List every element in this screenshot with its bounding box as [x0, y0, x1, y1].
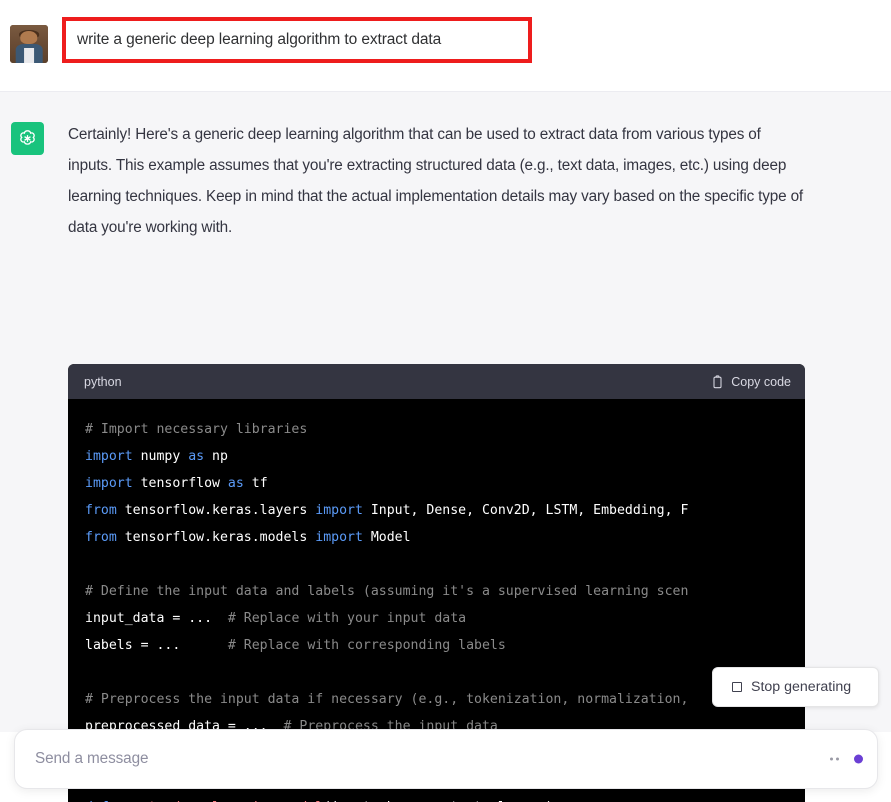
code-token: as: [188, 449, 213, 464]
code-language-label: python: [84, 374, 122, 389]
code-token: # Preprocess the input data if necessary…: [85, 692, 689, 707]
code-line: from tensorflow.keras.layers import Inpu…: [85, 497, 805, 524]
copy-code-button[interactable]: Copy code: [711, 364, 791, 399]
code-token: tf: [251, 476, 268, 491]
code-block-header: python Copy code: [68, 364, 805, 399]
stop-generating-label: Stop generating: [751, 679, 852, 695]
code-line: # Define the input data and labels (assu…: [85, 578, 805, 605]
assistant-content: Certainly! Here's a generic deep learnin…: [68, 119, 878, 243]
user-prompt-highlight-box: write a generic deep learning algorithm …: [62, 17, 532, 63]
code-token: Model: [370, 530, 411, 545]
code-token: tensorflow.keras.layers: [124, 503, 316, 518]
code-line: # Import necessary libraries: [85, 416, 805, 443]
stop-generating-button[interactable]: Stop generating: [712, 667, 879, 707]
assistant-message-turn: Certainly! Here's a generic deep learnin…: [0, 92, 891, 802]
code-line: # Preprocess the input data if necessary…: [85, 686, 805, 713]
code-token: from: [85, 503, 125, 518]
code-token: import: [85, 476, 141, 491]
code-token: tensorflow: [140, 476, 228, 491]
code-line: import numpy as np: [85, 443, 805, 470]
user-avatar: [10, 25, 48, 63]
code-line: import tensorflow as tf: [85, 470, 805, 497]
chat-app-window: write a generic deep learning algorithm …: [0, 0, 891, 802]
code-token: # Define the input data and labels (assu…: [85, 584, 689, 599]
composer-loading-dots-icon: [830, 757, 839, 761]
clipboard-icon: [711, 374, 724, 389]
dot: [836, 757, 839, 761]
assistant-paragraph: Certainly! Here's a generic deep learnin…: [68, 126, 804, 236]
code-token: numpy: [140, 449, 189, 464]
code-token: labels = ...: [85, 638, 228, 653]
code-token: # Replace with your input data: [227, 611, 467, 626]
chatgpt-logo-icon: [11, 122, 44, 155]
avatar-shirt: [24, 47, 34, 63]
message-composer[interactable]: Send a message: [14, 729, 878, 789]
message-input-placeholder[interactable]: Send a message: [35, 750, 149, 768]
code-line: def create_deep_learning_model(input_sha…: [85, 794, 805, 802]
code-token: as: [227, 476, 252, 491]
copy-code-label: Copy code: [731, 374, 791, 389]
user-prompt-text: write a generic deep learning algorithm …: [77, 31, 442, 48]
code-token: # Replace with corresponding labels: [227, 638, 506, 653]
code-token: import: [85, 449, 141, 464]
code-token: import: [315, 530, 371, 545]
user-message-turn: write a generic deep learning algorithm …: [0, 0, 891, 92]
code-token: # Import necessary libraries: [85, 422, 308, 437]
code-token: from: [85, 530, 125, 545]
code-line: input_data = ... # Replace with your inp…: [85, 605, 805, 632]
avatar-head: [20, 31, 38, 44]
code-line: labels = ... # Replace with correspondin…: [85, 632, 805, 659]
code-token: import: [315, 503, 371, 518]
code-token: tensorflow.keras.models: [124, 530, 316, 545]
code-token: np: [212, 449, 228, 464]
code-token: Input, Dense, Conv2D, LSTM, Embedding, F: [370, 503, 689, 518]
send-indicator-dot[interactable]: [854, 754, 863, 764]
dot: [830, 757, 833, 761]
code-line: from tensorflow.keras.models import Mode…: [85, 524, 805, 551]
stop-square-icon: [732, 682, 742, 692]
code-token: input_data = ...: [85, 611, 228, 626]
